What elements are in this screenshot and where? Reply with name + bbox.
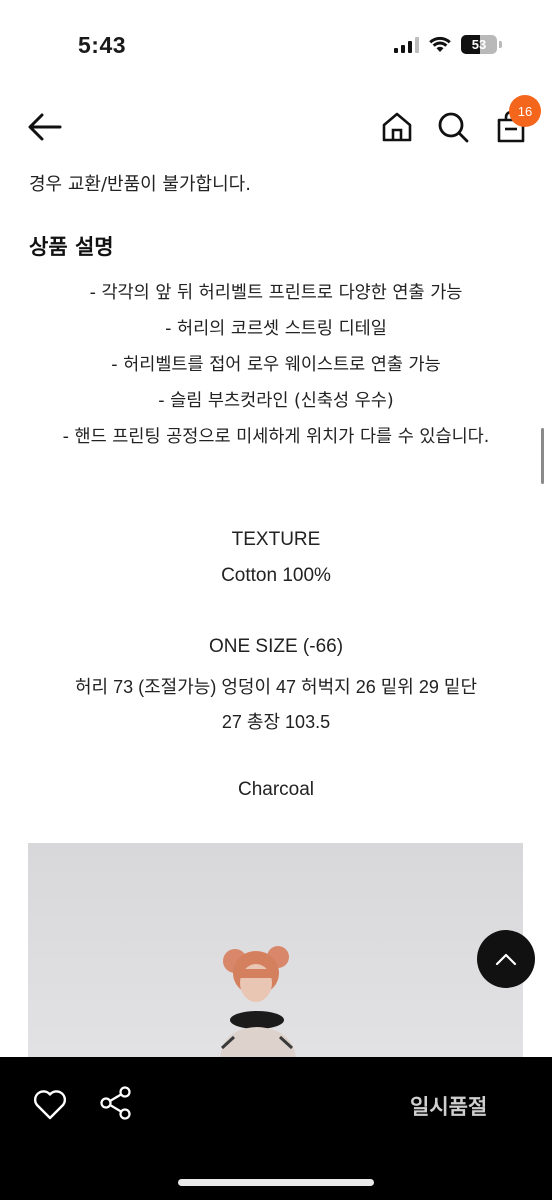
size-detail: 27 총장 103.5 [221,712,331,732]
description-line: - 허리의 코르셋 스트링 디테일 [165,319,387,339]
model-figure [220,946,296,1058]
back-arrow-icon[interactable] [26,111,64,143]
section-title: 상품 설명 [29,235,114,259]
home-icon[interactable] [380,110,414,144]
heart-icon[interactable] [32,1087,68,1121]
sold-out-label: 일시품절 [410,1095,488,1119]
description-list: - 각각의 앞 뒤 허리벨트 프린트로 다양한 연출 가능 - 허리의 코르셋 … [0,275,552,455]
search-icon[interactable] [436,110,470,144]
wifi-icon [429,36,451,52]
chevron-up-icon [495,953,517,966]
status-time: 5:43 [78,32,127,58]
size-detail: 허리 73 (조절가능) 엉덩이 47 허벅지 26 밑위 29 밑단 [74,677,478,697]
status-icons: 53 [394,35,502,54]
product-photo [28,843,523,1058]
home-indicator [178,1179,374,1186]
cart-count-badge: 16 [509,95,541,127]
description-line: - 슬림 부츠컷라인 (신축성 우수) [158,391,394,411]
description-line: - 허리벨트를 접어 로우 웨이스트로 연출 가능 [111,355,441,375]
share-icon[interactable] [98,1085,134,1121]
scroll-indicator[interactable] [541,428,544,484]
texture-label: TEXTURE [231,529,321,550]
battery-icon: 53 [461,35,497,54]
size-label: ONE SIZE (-66) [208,636,344,657]
status-bar: 5:43 53 [0,0,552,90]
battery-tip [499,41,502,48]
return-notice: 경우 교환/반품이 불가합니다. [29,174,251,195]
cellular-signal-icon [394,36,419,53]
bottom-action-bar: 일시품절 [0,1057,552,1200]
color-value: Charcoal [237,779,315,800]
texture-value: Cotton 100% [221,565,331,586]
description-line: - 핸드 프린팅 공정으로 미세하게 위치가 다를 수 있습니다. [62,427,490,447]
battery-percent: 53 [471,37,487,52]
scroll-to-top-button[interactable] [477,930,535,988]
nav-bar [0,95,552,157]
description-line: - 각각의 앞 뒤 허리벨트 프린트로 다양한 연출 가능 [89,283,463,303]
